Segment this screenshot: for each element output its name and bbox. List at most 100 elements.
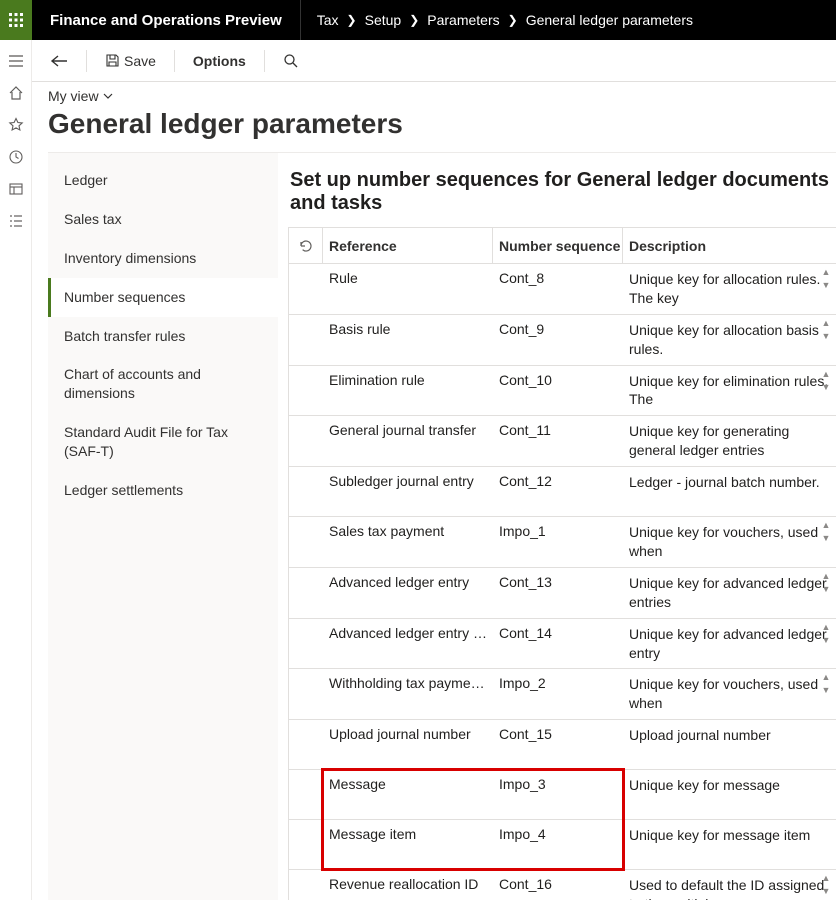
cell-description[interactable]: Unique key for vouchers, used when▲▼	[623, 517, 836, 567]
spinner[interactable]: ▲▼	[820, 623, 832, 645]
refresh-button[interactable]	[289, 228, 323, 263]
sidenav-item-ledger[interactable]: Ledger	[48, 161, 278, 200]
cell-sequence[interactable]: Cont_16	[493, 870, 623, 900]
sidenav-item-ledger-settlements[interactable]: Ledger settlements	[48, 471, 278, 510]
star-icon[interactable]	[7, 116, 25, 134]
home-icon[interactable]	[7, 84, 25, 102]
cell-description[interactable]: Unique key for allocation rules. The key…	[623, 264, 836, 314]
spinner[interactable]: ▲▼	[820, 521, 832, 543]
cell-sequence[interactable]: Impo_2	[493, 669, 623, 719]
cell-description[interactable]: Unique key for allocation basis rules.▲▼	[623, 315, 836, 365]
breadcrumb-item[interactable]: General ledger parameters	[526, 12, 693, 28]
chevron-down-icon[interactable]: ▼	[820, 887, 832, 896]
cell-description[interactable]: Unique key for message item	[623, 820, 836, 869]
chevron-down-icon[interactable]: ▼	[820, 332, 832, 341]
table-row[interactable]: Revenue reallocation IDCont_16Used to de…	[289, 870, 836, 900]
sidenav-item-inventory-dimensions[interactable]: Inventory dimensions	[48, 239, 278, 278]
chevron-down-icon[interactable]: ▼	[820, 383, 832, 392]
cell-sequence[interactable]: Cont_10	[493, 366, 623, 416]
cell-reference[interactable]: Message	[323, 770, 493, 819]
table-row[interactable]: Sales tax paymentImpo_1Unique key for vo…	[289, 517, 836, 568]
table-row[interactable]: Advanced ledger entryCont_13Unique key f…	[289, 568, 836, 619]
cell-description[interactable]: Upload journal number	[623, 720, 836, 769]
cell-sequence[interactable]: Cont_15	[493, 720, 623, 769]
col-description[interactable]: Description	[623, 228, 836, 263]
cell-sequence[interactable]: Cont_12	[493, 467, 623, 516]
cell-sequence[interactable]: Impo_3	[493, 770, 623, 819]
cell-sequence[interactable]: Impo_1	[493, 517, 623, 567]
cell-sequence[interactable]: Cont_11	[493, 416, 623, 466]
chevron-down-icon[interactable]: ▼	[820, 686, 832, 695]
table-row[interactable]: Message itemImpo_4Unique key for message…	[289, 820, 836, 870]
cell-description[interactable]: Unique key for advanced ledger entries▲▼	[623, 568, 836, 618]
cell-description[interactable]: Ledger - journal batch number.	[623, 467, 836, 516]
cell-description[interactable]: Unique key for message	[623, 770, 836, 819]
cell-reference[interactable]: Upload journal number	[323, 720, 493, 769]
cell-reference[interactable]: Basis rule	[323, 315, 493, 365]
cell-reference[interactable]: Advanced ledger entry vo...	[323, 619, 493, 669]
chevron-down-icon[interactable]: ▼	[820, 534, 832, 543]
chevron-down-icon[interactable]: ▼	[820, 281, 832, 290]
sidenav-item-saft[interactable]: Standard Audit File for Tax (SAF-T)	[48, 413, 278, 471]
spinner[interactable]: ▲▼	[820, 874, 832, 896]
back-button[interactable]	[44, 50, 74, 72]
workspace-icon[interactable]	[7, 180, 25, 198]
options-button[interactable]: Options	[187, 49, 252, 73]
chevron-down-icon[interactable]: ▼	[820, 585, 832, 594]
cell-reference[interactable]: General journal transfer	[323, 416, 493, 466]
cell-description[interactable]: Unique key for vouchers, used when▲▼	[623, 669, 836, 719]
spinner[interactable]: ▲▼	[820, 673, 832, 695]
chevron-up-icon[interactable]: ▲	[820, 268, 832, 277]
table-row[interactable]: RuleCont_8Unique key for allocation rule…	[289, 264, 836, 315]
spinner[interactable]: ▲▼	[820, 268, 832, 290]
chevron-up-icon[interactable]: ▲	[820, 370, 832, 379]
chevron-up-icon[interactable]: ▲	[820, 623, 832, 632]
spinner[interactable]: ▲▼	[820, 319, 832, 341]
sidenav-item-chart-of-accounts[interactable]: Chart of accounts and dimensions	[48, 355, 278, 413]
cell-sequence[interactable]: Cont_8	[493, 264, 623, 314]
cell-reference[interactable]: Advanced ledger entry	[323, 568, 493, 618]
table-row[interactable]: Advanced ledger entry vo...Cont_14Unique…	[289, 619, 836, 670]
app-launcher-button[interactable]	[0, 0, 32, 40]
clock-icon[interactable]	[7, 148, 25, 166]
table-row[interactable]: MessageImpo_3Unique key for message	[289, 770, 836, 820]
table-row[interactable]: Withholding tax payment ...Impo_2Unique …	[289, 669, 836, 720]
table-row[interactable]: Basis ruleCont_9Unique key for allocatio…	[289, 315, 836, 366]
chevron-up-icon[interactable]: ▲	[820, 572, 832, 581]
breadcrumb-item[interactable]: Parameters	[427, 12, 499, 28]
save-button[interactable]: Save	[99, 49, 162, 73]
cell-sequence[interactable]: Cont_9	[493, 315, 623, 365]
sidenav-item-sales-tax[interactable]: Sales tax	[48, 200, 278, 239]
col-reference[interactable]: Reference	[323, 228, 493, 263]
sidenav-item-batch-transfer-rules[interactable]: Batch transfer rules	[48, 317, 278, 356]
view-selector[interactable]: My view	[48, 88, 836, 106]
cell-description[interactable]: Unique key for generating general ledger…	[623, 416, 836, 466]
cell-description[interactable]: Unique key for elimination rules. The▲▼	[623, 366, 836, 416]
chevron-up-icon[interactable]: ▲	[820, 673, 832, 682]
cell-sequence[interactable]: Impo_4	[493, 820, 623, 869]
chevron-up-icon[interactable]: ▲	[820, 521, 832, 530]
col-sequence[interactable]: Number sequence ...	[493, 228, 623, 263]
search-button[interactable]	[277, 49, 305, 73]
chevron-up-icon[interactable]: ▲	[820, 874, 832, 883]
cell-sequence[interactable]: Cont_13	[493, 568, 623, 618]
cell-sequence[interactable]: Cont_14	[493, 619, 623, 669]
hamburger-icon[interactable]	[7, 52, 25, 70]
breadcrumb-item[interactable]: Tax	[317, 12, 339, 28]
spinner[interactable]: ▲▼	[820, 370, 832, 392]
table-row[interactable]: Subledger journal entryCont_12Ledger - j…	[289, 467, 836, 517]
cell-reference[interactable]: Subledger journal entry	[323, 467, 493, 516]
cell-description[interactable]: Unique key for advanced ledger entry▲▼	[623, 619, 836, 669]
sidenav-item-number-sequences[interactable]: Number sequences	[48, 278, 278, 317]
modules-icon[interactable]	[7, 212, 25, 230]
cell-description[interactable]: Used to default the ID assigned to the m…	[623, 870, 836, 900]
spinner[interactable]: ▲▼	[820, 572, 832, 594]
chevron-down-icon[interactable]: ▼	[820, 636, 832, 645]
table-row[interactable]: General journal transferCont_11Unique ke…	[289, 416, 836, 467]
cell-reference[interactable]: Elimination rule	[323, 366, 493, 416]
cell-reference[interactable]: Revenue reallocation ID	[323, 870, 493, 900]
chevron-up-icon[interactable]: ▲	[820, 319, 832, 328]
cell-reference[interactable]: Rule	[323, 264, 493, 314]
breadcrumb-item[interactable]: Setup	[365, 12, 402, 28]
cell-reference[interactable]: Message item	[323, 820, 493, 869]
